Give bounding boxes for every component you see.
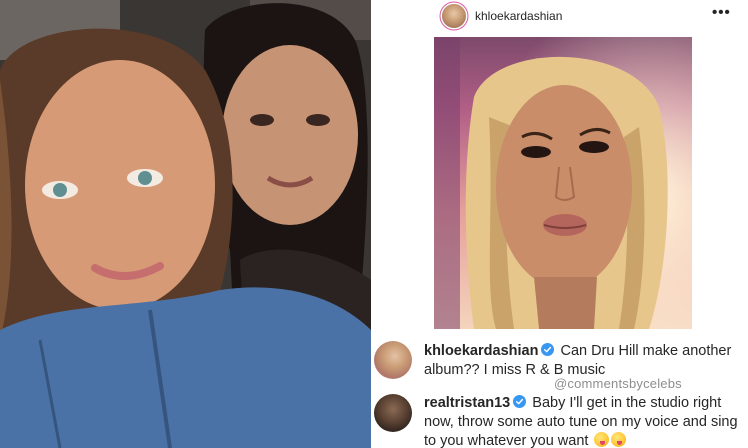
comment-avatar[interactable] [374, 394, 412, 432]
post-header: khloekardashian ••• [374, 0, 748, 34]
winking-tongue-emoji [611, 432, 627, 447]
instagram-post: khloekardashian ••• khloekardashian Can … [374, 0, 748, 448]
verified-badge-icon [541, 343, 555, 356]
comment-username[interactable]: khloekardashian [424, 343, 538, 359]
watermark: @commentsbycelebs [554, 376, 682, 391]
more-options-icon[interactable]: ••• [712, 4, 731, 21]
comment-body: realtristan13 Baby I'll get in the studi… [424, 394, 744, 448]
post-username[interactable]: khloekardashian [475, 9, 562, 23]
winking-tongue-emoji [594, 432, 610, 447]
left-photo [0, 0, 371, 448]
left-photo-illustration [0, 0, 371, 448]
verified-badge-icon [513, 395, 527, 408]
comment-username[interactable]: realtristan13 [424, 395, 510, 411]
post-photo[interactable] [434, 37, 692, 329]
profile-avatar[interactable] [442, 4, 466, 28]
post-photo-illustration [434, 37, 692, 329]
comment-avatar[interactable] [374, 341, 412, 379]
comment-body: khloekardashian Can Dru Hill make anothe… [424, 342, 744, 380]
